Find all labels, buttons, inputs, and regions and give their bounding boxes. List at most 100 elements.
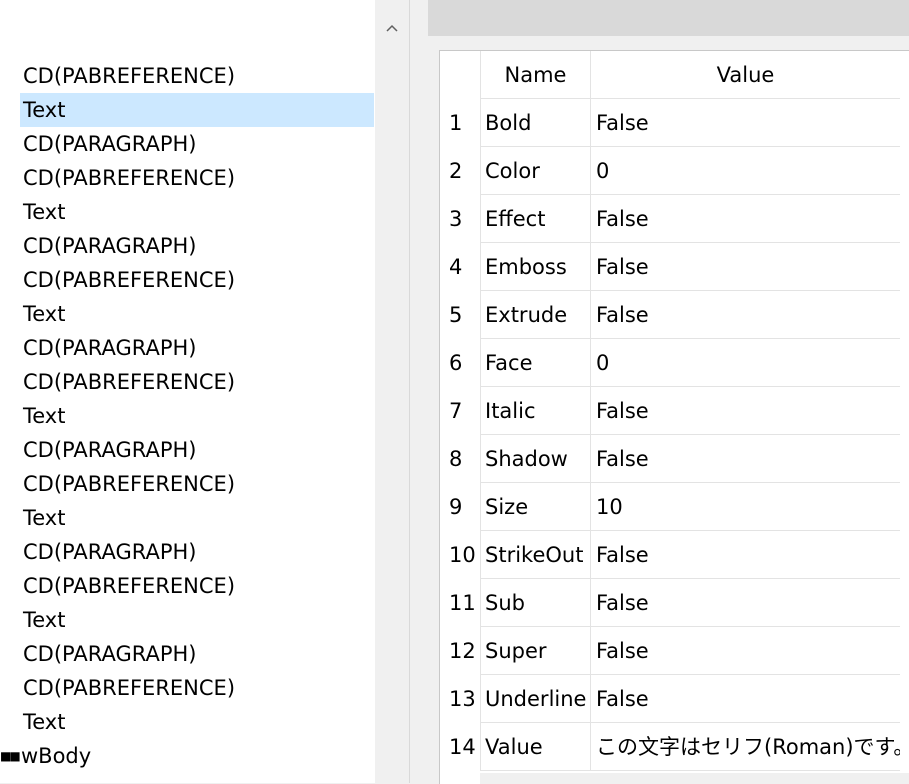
property-value-cell[interactable]: 0 [590,339,900,387]
row-number-label: 11 [449,591,476,615]
tree-item[interactable]: CD(PABREFERENCE) [0,161,375,195]
tree-item[interactable]: Text [0,399,375,433]
property-value-cell[interactable]: False [590,99,900,147]
tree-item[interactable]: CD(PABREFERENCE) [0,671,375,705]
tree-item-label: CD(PARAGRAPH) [23,540,197,564]
properties-grid[interactable]: Name Value 1 Bold False 2 Color 0 3 Effect False… [439,50,909,784]
row-number-label: 8 [449,447,463,471]
right-pane-header [428,0,909,36]
property-value-cell[interactable]: この文字はセリフ(Roman)です。 [590,723,900,771]
table-row[interactable]: 12 Super False [440,627,909,675]
row-number-label: 13 [449,687,476,711]
table-row[interactable]: 2 Color 0 [440,147,909,195]
tree-item-label: CD(PARAGRAPH) [23,234,197,258]
tree-item[interactable]: CD(PARAGRAPH) [0,127,375,161]
tree-item-label: Text [23,98,66,122]
scrollbar-track[interactable] [384,52,400,783]
tree-view-pane[interactable]: CD(PABREFERENCE) Text CD(PARAGRAPH) CD(PABR… [0,0,410,783]
selection-highlight [20,93,374,127]
tree-item[interactable]: Text [0,603,375,637]
column-header-name[interactable]: Name [480,51,590,99]
tree-item[interactable]: CD(PABREFERENCE) [0,263,375,297]
tree-item[interactable]: CD(PARAGRAPH) [0,433,375,467]
tree-item-label: CD(PARAGRAPH) [23,438,197,462]
tree-item-label: CD(PARAGRAPH) [23,642,197,666]
row-number-label: 3 [449,207,463,231]
row-number-label: 9 [449,495,463,519]
table-row[interactable]: 1 Bold False [440,99,909,147]
tree-item-label: Text [23,710,66,734]
property-value-cell[interactable]: False [590,195,900,243]
row-number: 6 [440,339,479,387]
row-number: 1 [440,99,479,147]
tree-item[interactable]: Text [0,93,375,127]
property-value-cell[interactable]: False [590,435,900,483]
property-value-cell[interactable]: 10 [590,483,900,531]
table-row[interactable]: 5 Extrude False [440,291,909,339]
row-number: 13 [440,675,479,723]
vertical-scrollbar[interactable] [375,0,409,783]
property-name-cell[interactable]: Bold [480,99,590,147]
row-number: 3 [440,195,479,243]
table-row[interactable]: 4 Emboss False [440,243,909,291]
chevron-up-icon[interactable] [375,8,409,48]
table-row[interactable]: 9 Size 10 [440,483,909,531]
table-row[interactable]: 11 Sub False [440,579,909,627]
tree-item[interactable]: Text [0,297,375,331]
property-value-cell[interactable]: False [590,291,900,339]
property-name-cell[interactable]: Extrude [480,291,590,339]
tree-item[interactable]: CD(PABREFERENCE) [0,569,375,603]
table-row[interactable]: 3 Effect False [440,195,909,243]
tree-item-parent[interactable]: ■■ wBody [0,739,375,773]
tree-item[interactable]: CD(PARAGRAPH) [0,637,375,671]
tree-item[interactable]: Text [0,705,375,739]
property-name-cell[interactable]: Sub [480,579,590,627]
tree-item[interactable]: CD(PABREFERENCE) [0,59,375,93]
property-value-cell[interactable]: False [590,531,900,579]
tree-item-label: Text [23,506,66,530]
tree-item-label: Text [23,608,66,632]
tree-item-label: Text [23,200,66,224]
property-value-cell[interactable]: False [590,387,900,435]
table-row[interactable]: 13 Underline False [440,675,909,723]
property-name-cell[interactable]: Effect [480,195,590,243]
row-number-label: 2 [449,159,463,183]
table-row[interactable]: 10 StrikeOut False [440,531,909,579]
row-number: 9 [440,483,479,531]
row-number: 8 [440,435,479,483]
property-name-cell[interactable]: Shadow [480,435,590,483]
property-name-cell[interactable]: Underline [480,675,590,723]
column-header-value[interactable]: Value [590,51,900,99]
row-number-label: 7 [449,399,463,423]
tree-item-label: CD(PABREFERENCE) [23,370,236,394]
property-name-cell[interactable]: Emboss [480,243,590,291]
tree-item[interactable]: CD(PARAGRAPH) [0,331,375,365]
tree-item[interactable]: Text [0,195,375,229]
tree-item[interactable]: CD(PARAGRAPH) [0,229,375,263]
table-row[interactable]: 6 Face 0 [440,339,909,387]
tree-item-label: CD(PABREFERENCE) [23,472,236,496]
table-row[interactable]: 7 Italic False [440,387,909,435]
tree-item-label: CD(PARAGRAPH) [23,132,197,156]
property-name-cell[interactable]: Size [480,483,590,531]
tree-item[interactable]: CD(PARAGRAPH) [0,535,375,569]
property-value-cell[interactable]: 0 [590,147,900,195]
property-name-cell[interactable]: Color [480,147,590,195]
property-name-cell[interactable]: Face [480,339,590,387]
tree-item[interactable]: CD(PABREFERENCE) [0,365,375,399]
table-row[interactable]: 8 Shadow False [440,435,909,483]
property-value-cell[interactable]: False [590,243,900,291]
property-value-cell[interactable]: False [590,579,900,627]
tree-item[interactable]: Text [0,501,375,535]
grid-empty-area [480,773,909,784]
property-name-cell[interactable]: StrikeOut [480,531,590,579]
property-name-cell[interactable]: Value [480,723,590,771]
property-name-cell[interactable]: Italic [480,387,590,435]
tree-item[interactable]: CD(PABREFERENCE) [0,467,375,501]
table-row[interactable]: 14 Value この文字はセリフ(Roman)です。 [440,723,909,771]
property-name-cell[interactable]: Super [480,627,590,675]
property-value-cell[interactable]: False [590,675,900,723]
property-value-cell[interactable]: False [590,627,900,675]
tree-item-label: CD(PARAGRAPH) [23,336,197,360]
row-number: 10 [440,531,479,579]
